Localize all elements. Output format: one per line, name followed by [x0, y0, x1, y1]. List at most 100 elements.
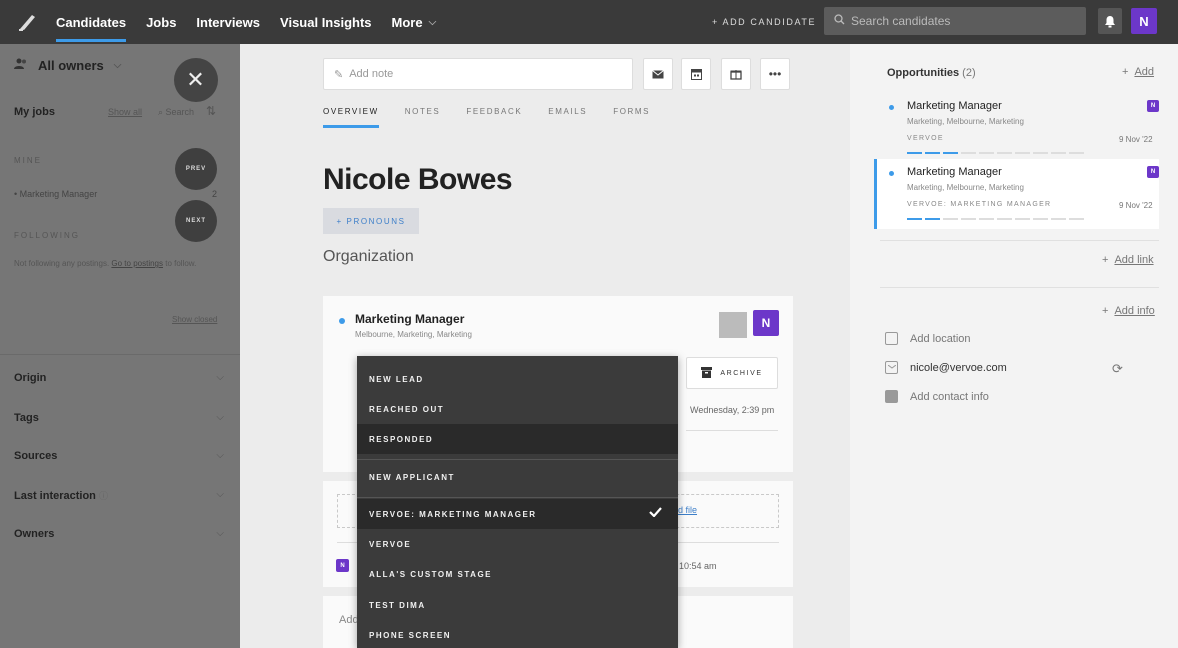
organization-field[interactable]: Organization — [323, 248, 414, 266]
nav-interviews[interactable]: Interviews — [196, 0, 260, 44]
to-follow-label: to follow. — [165, 259, 197, 268]
opportunity-title[interactable]: Marketing Manager — [355, 312, 464, 326]
stage-option-vervoe-marketing-manager[interactable]: VERVOE: MARKETING MANAGER — [357, 499, 678, 529]
user-avatar[interactable]: N — [1131, 8, 1157, 34]
opportunity-item-subtitle: Marketing, Melbourne, Marketing — [907, 117, 1024, 126]
owners-filter[interactable]: All owners ⌵ — [14, 58, 121, 73]
status-dot-icon — [339, 318, 345, 324]
sidebar-job-marketing-manager[interactable]: • Marketing Manager — [14, 189, 97, 199]
pencil-icon: ✎ — [334, 68, 344, 81]
status-dot-icon — [889, 171, 894, 176]
email-value: nicole@vervoe.com — [910, 361, 1007, 374]
archive-label: ARCHIVE — [720, 369, 763, 377]
following-label: FOLLOWING — [14, 231, 81, 240]
search-placeholder: Search candidates — [851, 14, 951, 28]
add-contact-info-row[interactable]: Add contact info — [885, 390, 989, 403]
progress-segment — [979, 152, 994, 154]
filter-sources[interactable]: Sources ⌵ — [14, 450, 224, 462]
stage-option-vervoe[interactable]: VERVOE — [357, 529, 678, 559]
lever-logo-icon[interactable] — [16, 11, 38, 33]
stage-option-responded[interactable]: RESPONDED — [357, 424, 678, 454]
close-button[interactable]: ✕ — [174, 58, 218, 102]
divider — [686, 430, 778, 431]
nav-more-label: More — [391, 14, 423, 30]
tab-forms[interactable]: FORMS — [613, 107, 650, 128]
gift-button[interactable] — [721, 58, 751, 90]
search-input[interactable]: Search candidates — [824, 7, 1086, 35]
stage-option-reached-out[interactable]: REACHED OUT — [357, 394, 678, 424]
sidebar-search-link[interactable]: ⌕ Search — [158, 107, 194, 118]
progress-segment — [1015, 218, 1030, 220]
add-location-row[interactable]: Add location — [885, 332, 971, 345]
next-button[interactable]: NEXT — [175, 200, 217, 242]
stage-option-phone-screen[interactable]: PHONE SCREEN — [357, 620, 678, 648]
owner-avatar[interactable]: N — [753, 310, 779, 336]
email-icon — [885, 361, 898, 374]
tab-feedback[interactable]: FEEDBACK — [466, 107, 522, 128]
filter-last-interaction[interactable]: Last interaction ⓘ ⌵ — [14, 489, 224, 502]
sidebar-job-label: Marketing Manager — [19, 189, 98, 199]
not-following-text: Not following any postings. Go to postin… — [14, 258, 214, 270]
add-link-label: Add link — [1114, 254, 1154, 266]
tab-notes[interactable]: NOTES — [405, 107, 441, 128]
nav-candidates[interactable]: Candidates — [56, 0, 127, 44]
notifications-bell-icon[interactable] — [1098, 8, 1122, 34]
opportunity-item-title: Marketing Manager — [907, 166, 1002, 178]
tab-overview[interactable]: OVERVIEW — [323, 107, 379, 128]
schedule-button[interactable] — [681, 58, 711, 90]
add-field[interactable]: Add — [339, 614, 359, 626]
nav-jobs[interactable]: Jobs — [146, 0, 176, 44]
email-row[interactable]: nicole@vervoe.com — [885, 361, 1007, 374]
chevron-down-icon: ⌵ — [216, 489, 224, 500]
progress-segment — [1033, 152, 1048, 154]
note-author-avatar: N — [336, 559, 349, 572]
refresh-icon[interactable]: ⟳ — [1112, 361, 1123, 377]
not-following-label: Not following any postings. — [14, 259, 110, 268]
chevron-down-icon: ⌵ — [216, 450, 224, 461]
tab-emails[interactable]: EMAILS — [548, 107, 587, 128]
archive-button[interactable]: ARCHIVE — [686, 357, 778, 389]
divider — [357, 459, 678, 460]
add-file-link[interactable]: d file — [678, 505, 697, 515]
more-actions-button[interactable]: ••• — [760, 58, 790, 90]
add-opportunity-label: Add — [1134, 66, 1155, 78]
progress-segment — [943, 218, 958, 220]
opportunities-count: (2) — [962, 67, 976, 79]
divider — [880, 287, 1159, 288]
stage-option-new-lead[interactable]: NEW LEAD — [357, 364, 678, 394]
sort-icon[interactable]: ⇅ — [206, 104, 216, 118]
stage-option-label: VERVOE: MARKETING MANAGER — [369, 509, 537, 519]
sidebar-job-count: 2 — [212, 189, 218, 199]
opportunity-item-owner: N — [1147, 100, 1159, 112]
add-info-button[interactable]: + Add info — [1102, 305, 1155, 317]
go-to-postings-link[interactable]: Go to postings — [111, 259, 163, 268]
owners-label: All owners — [38, 58, 104, 73]
add-location-label: Add location — [910, 332, 971, 345]
stage-option-allas-custom-stage[interactable]: ALLA'S CUSTOM STAGE — [357, 559, 678, 589]
filter-label: Origin — [14, 372, 47, 384]
nav-visual-insights[interactable]: Visual Insights — [280, 0, 372, 44]
add-pronouns-button[interactable]: + PRONOUNS — [323, 208, 419, 234]
add-candidate-button[interactable]: + ADD CANDIDATE — [712, 0, 816, 44]
add-link-button[interactable]: + Add link — [1102, 254, 1154, 266]
envelope-icon — [652, 69, 664, 78]
email-button[interactable] — [643, 58, 673, 90]
add-note-input[interactable]: ✎ Add note — [323, 58, 633, 90]
filter-origin[interactable]: Origin ⌵ — [14, 372, 224, 384]
nav-more[interactable]: More ⌵ — [392, 15, 437, 30]
add-opportunity-link[interactable]: + Add — [1122, 66, 1154, 78]
opportunity-list-item[interactable]: Marketing Manager Marketing, Melbourne, … — [874, 93, 1159, 163]
show-closed-link[interactable]: Show closed — [172, 315, 217, 324]
opportunity-item-owner: N — [1147, 166, 1159, 178]
progress-segment — [997, 218, 1012, 220]
opportunity-list-item-selected[interactable]: Marketing Manager Marketing, Melbourne, … — [874, 159, 1159, 229]
opportunity-subtitle: Melbourne, Marketing, Marketing — [355, 330, 472, 339]
prev-button[interactable]: PREV — [175, 148, 217, 190]
filter-label-text: Last interaction — [14, 490, 96, 502]
chevron-down-icon: ⌵ — [216, 528, 224, 539]
filter-tags[interactable]: Tags ⌵ — [14, 412, 224, 424]
filter-owners[interactable]: Owners ⌵ — [14, 528, 224, 540]
stage-option-new-applicant[interactable]: NEW APPLICANT — [357, 462, 678, 492]
show-all-link[interactable]: Show all — [108, 107, 142, 117]
stage-option-test-dima[interactable]: TEST DIMA — [357, 590, 678, 620]
